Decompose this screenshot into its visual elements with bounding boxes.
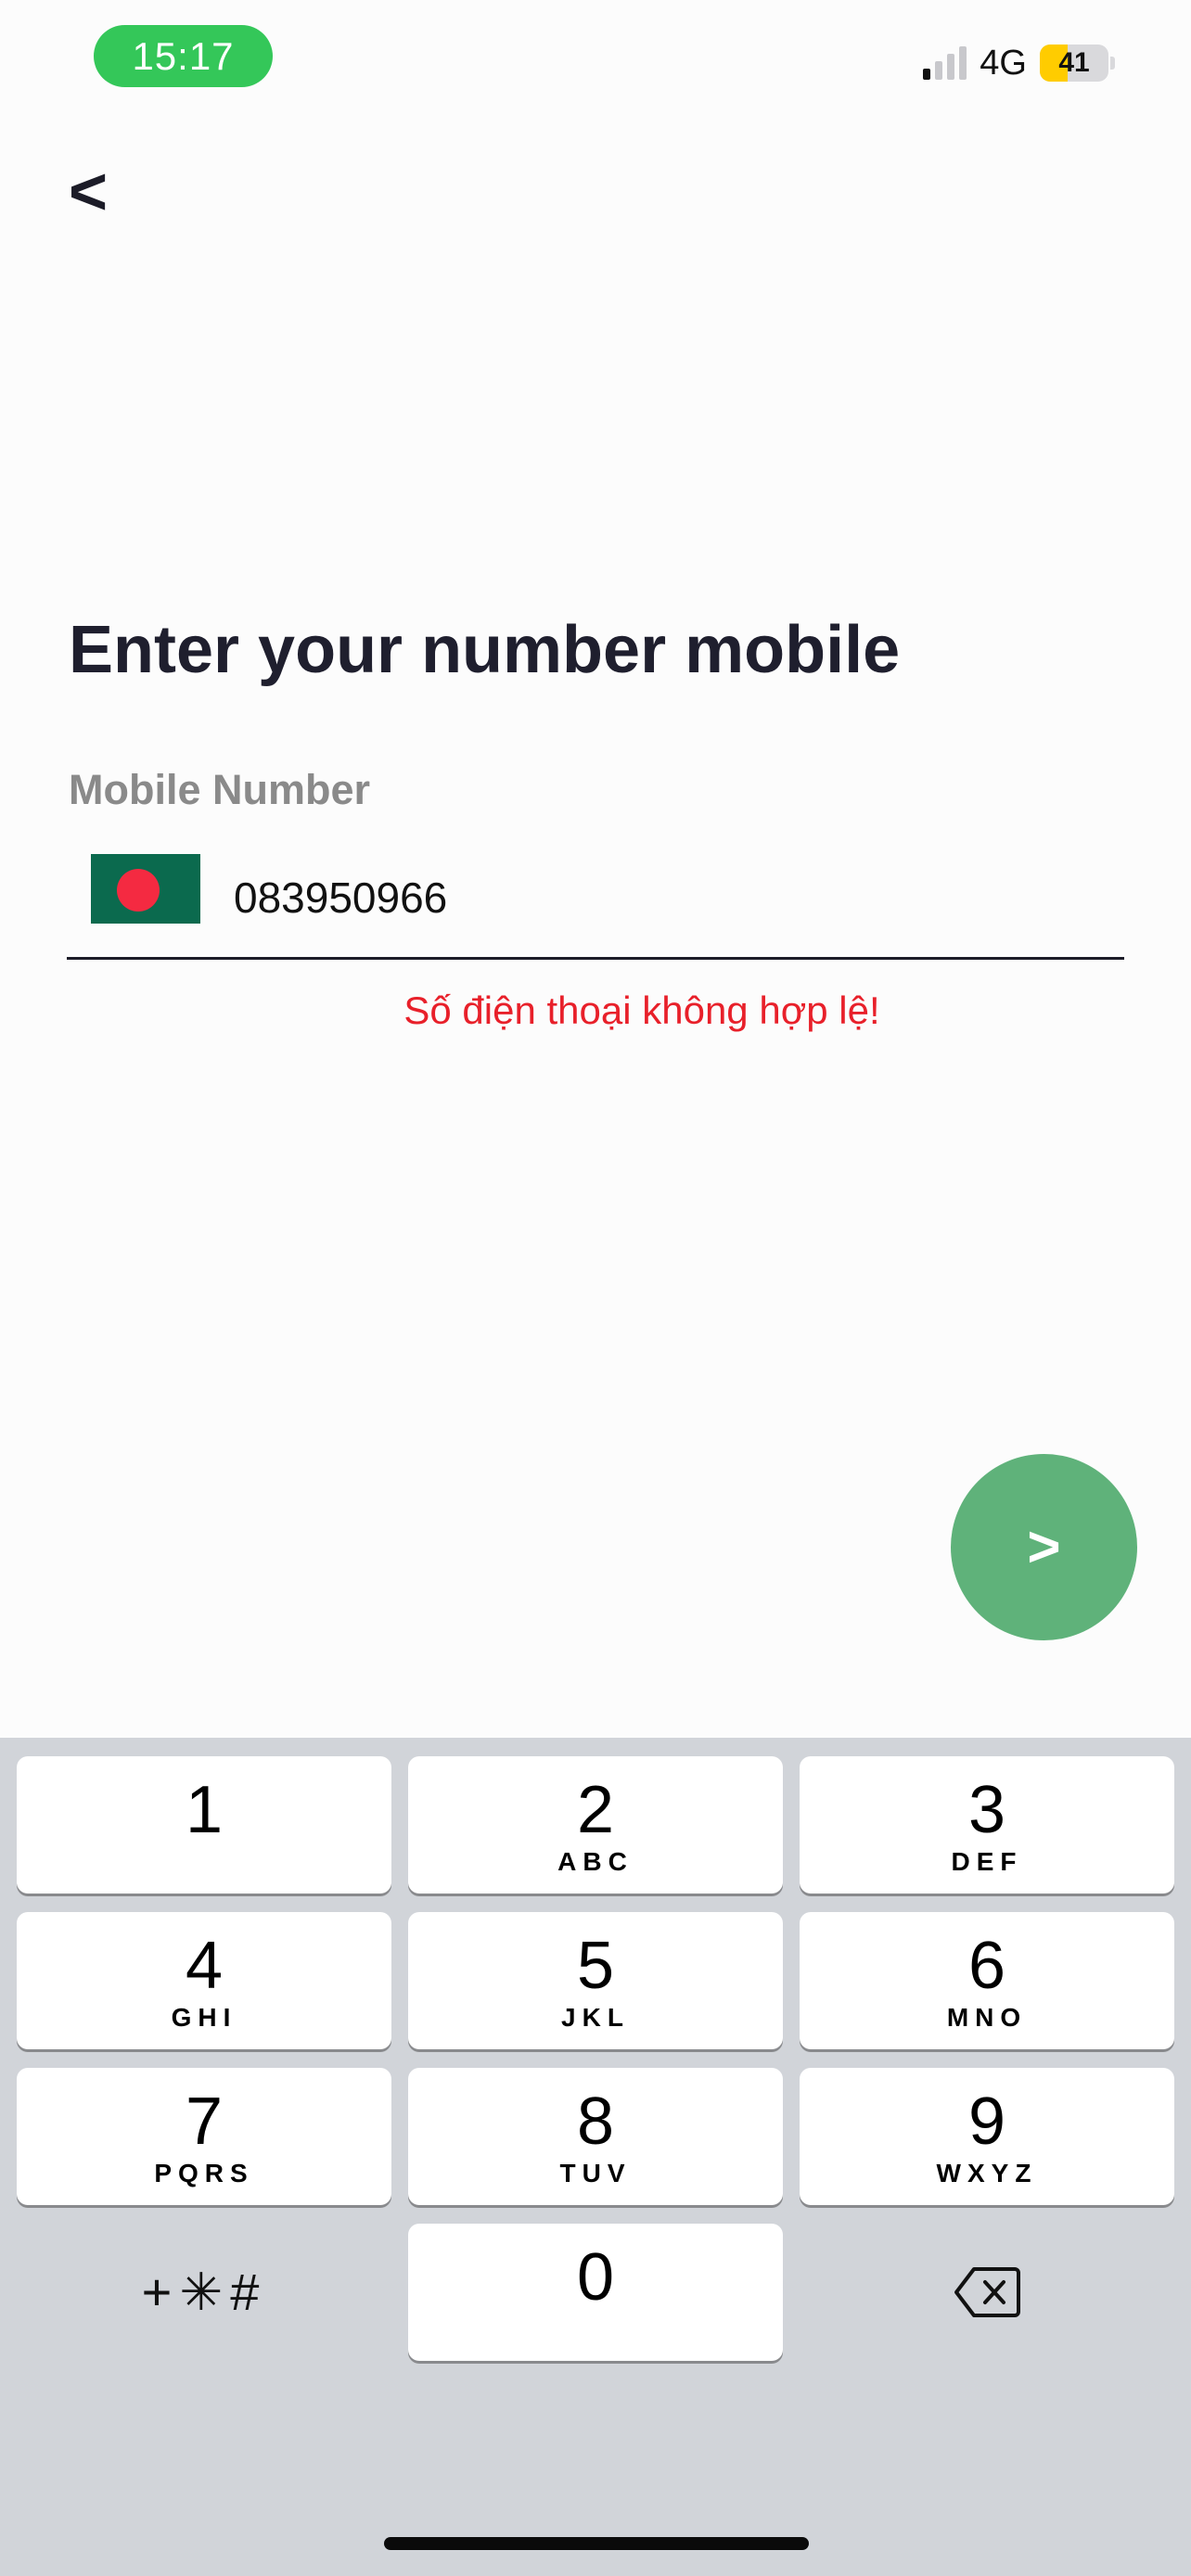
home-indicator[interactable]	[384, 2537, 809, 2550]
input-underline	[67, 957, 1124, 960]
key-2[interactable]: 2 ABC	[408, 1756, 783, 1894]
battery-percent: 41	[1058, 47, 1090, 78]
key-1[interactable]: 1	[17, 1756, 391, 1894]
next-button[interactable]: >	[951, 1454, 1137, 1640]
error-message: Số điện thoại không hợp lệ!	[403, 988, 880, 1032]
mobile-number-label: Mobile Number	[69, 766, 371, 813]
status-time: 15:17	[94, 25, 273, 87]
symbols-key[interactable]: +✳#	[17, 2224, 391, 2361]
status-indicators: 4G 41	[923, 43, 1115, 83]
key-6[interactable]: 6 MNO	[800, 1912, 1174, 2049]
key-3[interactable]: 3 DEF	[800, 1756, 1174, 1894]
key-0[interactable]: 0	[408, 2224, 783, 2361]
backspace-icon	[954, 2267, 1020, 2317]
battery-icon: 41	[1040, 45, 1108, 82]
key-7[interactable]: 7 PQRS	[17, 2068, 391, 2205]
page-title: Enter your number mobile	[69, 613, 901, 687]
key-9[interactable]: 9 WXYZ	[800, 2068, 1174, 2205]
bangladesh-flag-icon[interactable]	[91, 854, 200, 924]
numeric-keyboard: 1 2 ABC 3 DEF 4 GHI 5 JKL 6 MNO 7 PQRS 8…	[0, 1738, 1191, 2576]
key-5[interactable]: 5 JKL	[408, 1912, 783, 2049]
delete-key[interactable]	[800, 2224, 1174, 2361]
phone-number-input[interactable]	[234, 861, 883, 935]
key-4[interactable]: 4 GHI	[17, 1912, 391, 2049]
key-8[interactable]: 8 TUV	[408, 2068, 783, 2205]
signal-icon	[923, 46, 967, 80]
back-button[interactable]: <	[69, 159, 124, 225]
network-type: 4G	[980, 43, 1027, 83]
